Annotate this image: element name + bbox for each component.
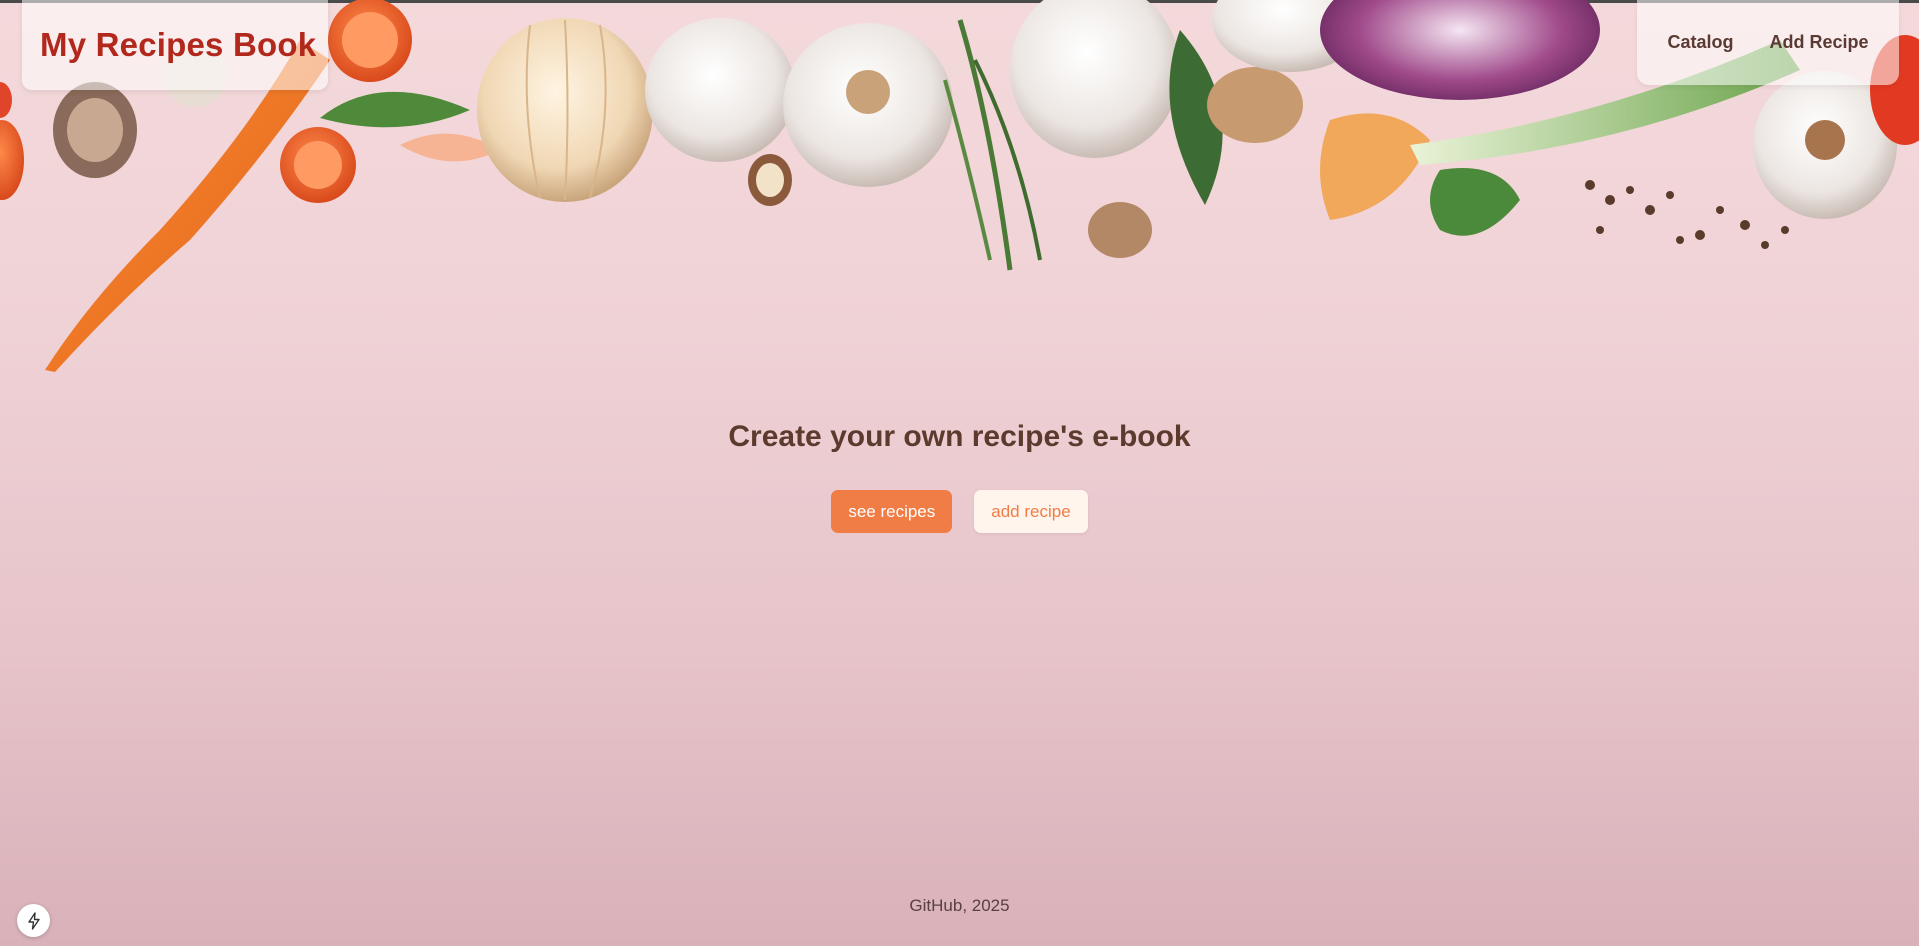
nav-link-add-recipe[interactable]: Add Recipe xyxy=(1769,32,1868,53)
footer: GitHub, 2025 xyxy=(0,896,1919,916)
lightning-bolt-icon xyxy=(27,911,40,930)
logo-title[interactable]: My Recipes Book xyxy=(40,26,316,64)
footer-text: GitHub, 2025 xyxy=(909,896,1010,915)
see-recipes-button[interactable]: see recipes xyxy=(831,490,953,533)
hero-buttons: see recipes add recipe xyxy=(0,490,1919,533)
hero: Create your own recipe's e-book xyxy=(0,420,1919,454)
logo-card[interactable]: My Recipes Book xyxy=(22,0,328,90)
nav-link-catalog[interactable]: Catalog xyxy=(1667,32,1733,53)
add-recipe-button[interactable]: add recipe xyxy=(974,490,1088,533)
hero-title: Create your own recipe's e-book xyxy=(728,420,1191,453)
dev-tools-badge[interactable] xyxy=(17,904,50,937)
main-nav: Catalog Add Recipe xyxy=(1637,0,1899,85)
